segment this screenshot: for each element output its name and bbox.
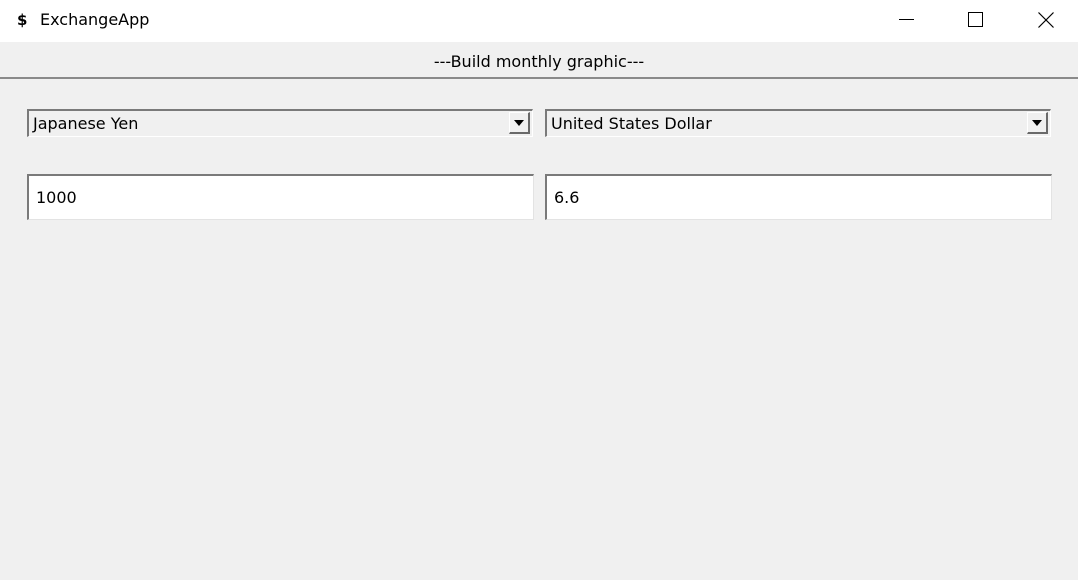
- maximize-icon: [968, 12, 983, 27]
- minimize-button[interactable]: [871, 0, 941, 40]
- minimize-icon: [899, 19, 914, 20]
- to-currency-select[interactable]: United States Dollar: [545, 109, 1051, 137]
- to-currency-value: United States Dollar: [551, 114, 712, 133]
- from-amount-input[interactable]: [27, 174, 534, 220]
- from-currency-value: Japanese Yen: [33, 114, 139, 133]
- close-icon: [1038, 12, 1054, 28]
- dollar-icon: $: [17, 11, 28, 29]
- window-title: ExchangeApp: [40, 10, 150, 29]
- to-amount-input[interactable]: [545, 174, 1052, 220]
- build-monthly-graphic-button[interactable]: ---Build monthly graphic---: [0, 43, 1078, 79]
- maximize-button[interactable]: [940, 0, 1010, 40]
- chevron-down-icon[interactable]: [509, 112, 530, 134]
- from-currency-select[interactable]: Japanese Yen: [27, 109, 533, 137]
- title-bar[interactable]: $ ExchangeApp: [0, 0, 1078, 42]
- close-button[interactable]: [1010, 0, 1078, 40]
- chevron-down-icon[interactable]: [1027, 112, 1048, 134]
